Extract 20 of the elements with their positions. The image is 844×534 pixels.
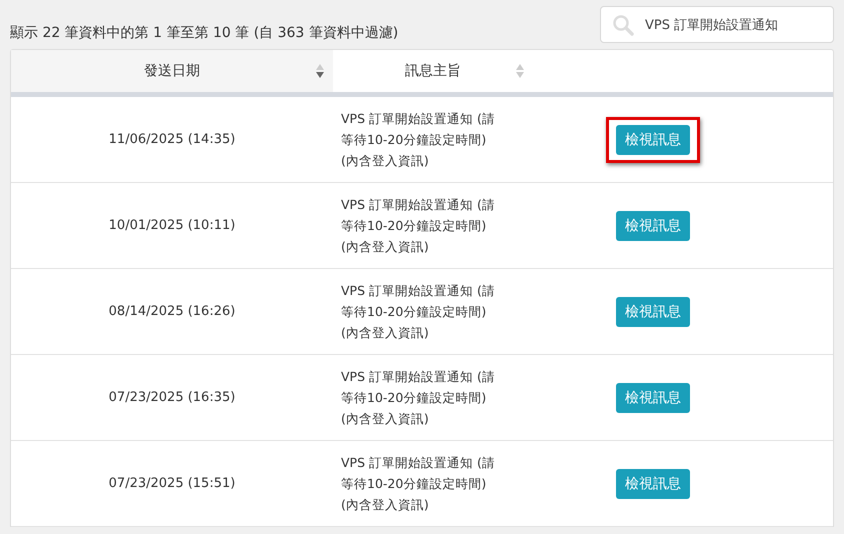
date-cell-text: 11/06/2025 (14:35) bbox=[108, 132, 236, 147]
search-icon bbox=[612, 14, 634, 36]
subject-cell-text: VPS 訂單開始設置通知 (請等待10-20分鐘設定時間) (內含登入資訊) bbox=[340, 196, 496, 256]
view-message-button[interactable]: 檢視訊息 bbox=[616, 296, 690, 326]
view-message-button[interactable]: 檢視訊息 bbox=[616, 382, 690, 412]
view-message-button[interactable]: 檢視訊息 bbox=[616, 468, 690, 498]
date-cell-text: 07/23/2025 (16:35) bbox=[108, 390, 236, 405]
sort-icon[interactable] bbox=[315, 63, 325, 79]
date-cell-text: 07/23/2025 (15:51) bbox=[108, 476, 236, 491]
subject-cell-text: VPS 訂單開始設置通知 (請等待10-20分鐘設定時間) (內含登入資訊) bbox=[340, 368, 496, 428]
view-message-button[interactable]: 檢視訊息 bbox=[616, 210, 690, 240]
subject-cell-text: VPS 訂單開始設置通知 (請等待10-20分鐘設定時間) (內含登入資訊) bbox=[340, 110, 496, 170]
subject-cell-text: VPS 訂單開始設置通知 (請等待10-20分鐘設定時間) (內含登入資訊) bbox=[340, 282, 496, 342]
date-cell-text: 10/01/2025 (10:11) bbox=[108, 218, 236, 233]
view-message-button[interactable]: 檢視訊息 bbox=[616, 124, 690, 154]
date-cell-text: 08/14/2025 (16:26) bbox=[108, 304, 236, 319]
subject-cell-text: VPS 訂單開始設置通知 (請等待10-20分鐘設定時間) (內含登入資訊) bbox=[340, 454, 496, 514]
search-field[interactable]: VPS 訂單開始設置通知 bbox=[600, 6, 834, 43]
column-header[interactable]: 發送日期 bbox=[11, 50, 333, 92]
results-summary: 顯示 22 筆資料中的第 1 筆至第 10 筆 (自 363 筆資料中過濾) bbox=[10, 24, 398, 42]
